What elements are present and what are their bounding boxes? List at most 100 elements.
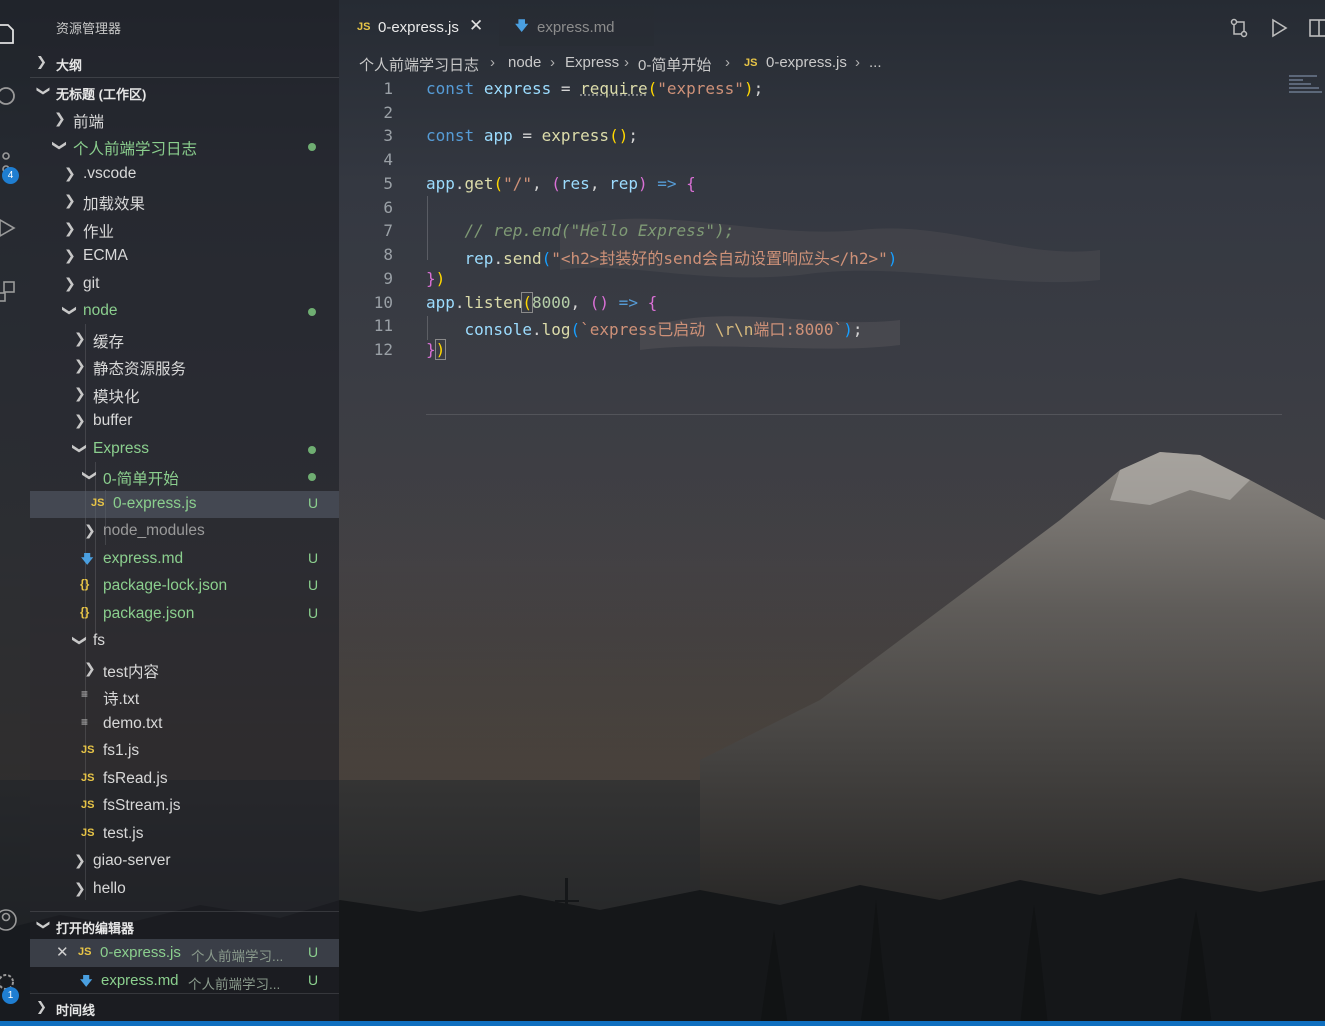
tree-folder-study-log[interactable]: ❯ 个人前端学习日志 [30, 133, 339, 160]
breadcrumb-item[interactable]: Express [565, 54, 619, 71]
tree-file-package-lock-json[interactable]: {} package-lock.json U [30, 573, 339, 600]
code-line: 12 }) [339, 338, 1299, 362]
run-debug-icon[interactable] [0, 216, 18, 240]
code-line: 3 const app = express(); [339, 124, 1299, 148]
modified-dot [308, 308, 316, 316]
chevron-down-icon: ❯ [52, 139, 69, 152]
tree-file-test-js[interactable]: JS test.js [30, 821, 339, 848]
javascript-file-icon: JS [744, 57, 758, 69]
close-icon[interactable]: ✕ [56, 943, 69, 961]
tree-file-0-express-js[interactable]: JS 0-express.js U [30, 491, 339, 518]
code-line: 11 console.log(`express已启动 \r\n端口:8000`)… [339, 314, 1299, 339]
extensions-icon[interactable] [0, 280, 18, 304]
code-line: 2 [339, 101, 1299, 125]
tree-file-fsstream-js[interactable]: JS fsStream.js [30, 793, 339, 820]
tab-0-express-js[interactable]: JS 0-express.js ✕ [339, 6, 495, 46]
open-changes-icon[interactable] [1228, 17, 1250, 39]
outline-section-header[interactable]: ❯ 大纲 [30, 50, 339, 76]
markdown-file-icon: 🡇 [515, 18, 529, 33]
timeline-section-header[interactable]: ❯ 时间线 [30, 995, 339, 1021]
chevron-right-icon: ❯ [64, 247, 76, 263]
explorer-title: 资源管理器 [56, 21, 122, 36]
javascript-file-icon: JS [81, 799, 95, 811]
line-number: 11 [373, 316, 393, 335]
tree-folder-cache[interactable]: ❯ 缓存 [30, 326, 339, 353]
tree-folder-loading-effects[interactable]: ❯ 加载效果 [30, 188, 339, 215]
tree-folder-ecma[interactable]: ❯ ECMA [30, 243, 339, 270]
breadcrumb-item[interactable]: 个人前端学习日志 [359, 54, 479, 75]
tree-file-express-md[interactable]: 🡇 express.md U [30, 546, 339, 573]
breadcrumb-item[interactable]: 0-express.js [766, 54, 847, 71]
tree-file-fs1-js[interactable]: JS fs1.js [30, 738, 339, 765]
open-editors-section-header[interactable]: ❯ 打开的编辑器 [30, 913, 339, 939]
chevron-right-icon: ❯ [36, 999, 47, 1014]
tree-folder-express[interactable]: ❯ Express [30, 436, 339, 463]
chevron-right-icon: › [725, 54, 730, 71]
line-number: 1 [383, 79, 393, 98]
tree-folder-simple-start[interactable]: ❯ 0-简单开始 [30, 463, 339, 490]
text-file-icon: ≡ [81, 687, 89, 701]
tree-folder-node[interactable]: ❯ node [30, 298, 339, 325]
search-icon[interactable] [0, 84, 18, 108]
close-icon[interactable]: ✕ [469, 16, 483, 36]
javascript-file-icon: JS [357, 21, 371, 33]
code-line: 8 rep.send("<h2>封装好的send会自动设置响应头</h2>") [339, 243, 1299, 268]
explorer-files-icon[interactable] [0, 22, 18, 46]
tab-express-md[interactable]: 🡇 express.md [499, 6, 654, 46]
editor-tab-bar: JS 0-express.js ✕ 🡇 express.md [339, 6, 1325, 46]
code-line: 5 app.get("/", (res, rep) => { [339, 172, 1299, 196]
tree-folder-fs[interactable]: ❯ fs [30, 628, 339, 655]
tree-folder-hello[interactable]: ❯ hello [30, 876, 339, 903]
line-number: 8 [383, 245, 393, 264]
tree-folder-buffer[interactable]: ❯ buffer [30, 408, 339, 435]
chevron-down-icon: ❯ [36, 919, 52, 931]
text-file-icon: ≡ [81, 715, 89, 729]
line-number: 6 [383, 198, 393, 217]
chevron-right-icon: ❯ [74, 880, 86, 896]
open-editor-express-md[interactable]: 🡇 express.md 个人前端学习... U [30, 967, 339, 995]
chevron-right-icon: ❯ [36, 54, 47, 69]
markdown-file-icon: 🡇 [81, 552, 94, 566]
tree-file-package-json[interactable]: {} package.json U [30, 601, 339, 628]
line-number: 2 [383, 103, 393, 122]
account-icon[interactable] [0, 908, 18, 932]
line-number: 9 [383, 269, 393, 288]
line-number: 7 [383, 221, 393, 240]
line-number: 5 [383, 174, 393, 193]
tree-folder-frontend[interactable]: ❯ 前端 [30, 106, 339, 133]
chevron-down-icon: ❯ [62, 304, 79, 317]
tree-folder-node-modules[interactable]: ❯ node_modules [30, 518, 339, 545]
chevron-right-icon: ❯ [84, 522, 96, 538]
chevron-right-icon: ❯ [74, 852, 86, 868]
breadcrumb-item[interactable]: 0-简单开始 [638, 54, 711, 75]
tree-file-poem-txt[interactable]: ≡ 诗.txt [30, 683, 339, 710]
tree-folder-modules[interactable]: ❯ 模块化 [30, 381, 339, 408]
chevron-right-icon: ❯ [64, 192, 76, 208]
code-line: 1 const express = require("express"); [339, 77, 1299, 101]
open-editor-0-express-js[interactable]: ✕ JS 0-express.js 个人前端学习... U [30, 939, 339, 967]
tree-folder-vscode[interactable]: ❯ .vscode [30, 161, 339, 188]
breadcrumb-item[interactable]: node [508, 54, 541, 71]
line-number: 10 [373, 293, 393, 312]
chevron-down-icon: ❯ [36, 85, 52, 97]
split-editor-icon[interactable] [1308, 17, 1325, 39]
tree-file-fsread-js[interactable]: JS fsRead.js [30, 766, 339, 793]
run-file-icon[interactable] [1268, 17, 1290, 39]
chevron-down-icon: ❯ [72, 634, 89, 647]
tree-file-demo-txt[interactable]: ≡ demo.txt [30, 711, 339, 738]
breadcrumb-item[interactable]: ... [869, 54, 882, 71]
tree-folder-static-service[interactable]: ❯ 静态资源服务 [30, 353, 339, 380]
line-number: 4 [383, 150, 393, 169]
source-control-badge: 4 [2, 167, 19, 184]
chevron-down-icon: ❯ [82, 469, 99, 482]
tree-folder-homework[interactable]: ❯ 作业 [30, 216, 339, 243]
tree-folder-giao-server[interactable]: ❯ giao-server [30, 848, 339, 875]
tree-folder-test-content[interactable]: ❯ test内容 [30, 656, 339, 683]
chevron-right-icon: › [624, 54, 629, 71]
workspace-section-header[interactable]: ❯ 无标题 (工作区) [30, 79, 339, 105]
chevron-right-icon: ❯ [84, 660, 96, 676]
tree-folder-git[interactable]: ❯ git [30, 271, 339, 298]
json-file-icon: {} [80, 577, 90, 591]
javascript-file-icon: JS [81, 827, 95, 839]
json-file-icon: {} [80, 605, 90, 619]
